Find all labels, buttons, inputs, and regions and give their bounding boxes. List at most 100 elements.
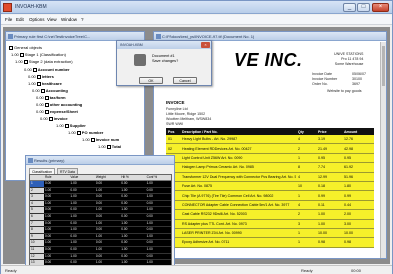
table-cell: 7: [30, 220, 44, 227]
tree-node[interactable]: 0.00 expense/Sheet: [36, 109, 78, 114]
tree-node[interactable]: 1.00 Total: [98, 144, 121, 149]
minimize-button[interactable]: _: [343, 3, 356, 12]
invoice-cell: 1.00: [318, 221, 325, 226]
results-window: Results (primary) Classification RTV Dat…: [25, 155, 175, 273]
invoice-cell: 01: [168, 137, 172, 142]
tree-node-checkbox[interactable]: [90, 137, 95, 142]
tree-node[interactable]: 1.00 Supplier: [56, 123, 86, 128]
column-header[interactable]: Hit %: [120, 175, 145, 180]
invoice-line-item: 01 Heavy Light Bulbs - Art. No. 29987 4 3.1…: [166, 135, 374, 145]
column-header[interactable]: Value: [69, 175, 94, 180]
tree-node-checkbox[interactable]: [40, 88, 45, 93]
table-row[interactable]: 2 1.00 0.00 1.00 1.00 0.00: [30, 187, 171, 195]
close-button[interactable]: ×: [372, 3, 389, 12]
table-row[interactable]: 9 0.00 0.00 1.00 1.00 1.00: [30, 233, 171, 241]
results-title-bar[interactable]: Results (primary): [26, 156, 174, 165]
invoice-line-item: 06Fuse Art. No. 0875100.181.80: [166, 181, 374, 192]
table-cell: 0.00: [146, 227, 153, 232]
tree-node-checkbox[interactable]: [23, 59, 28, 64]
dialog-message-line: Save changes?: [152, 59, 179, 63]
menu-file[interactable]: File: [5, 17, 12, 22]
table-cell: 0.00: [121, 227, 128, 232]
table-row[interactable]: 8 1.00 1.00 0.00 0.00 0.00: [30, 227, 171, 234]
table-row[interactable]: 6 1.00 1.00 0.00 0.00 0.00: [30, 213, 171, 221]
menu-edit[interactable]: Edit: [16, 17, 24, 22]
tree-node-score: 0.00: [36, 102, 44, 107]
tree-node-score: 0.00: [36, 95, 44, 100]
tree-node[interactable]: 1.00 healthcare: [28, 81, 62, 86]
tree-node-checkbox[interactable]: [44, 102, 49, 107]
table-cell: 1.00: [95, 233, 103, 238]
table-cell: 0.00: [146, 200, 153, 205]
results-grid[interactable]: Rule Value Weight Hit % Conf % 1 0.00 1.00…: [29, 174, 172, 270]
title-bar[interactable]: INVOAH-KBM _ □ ×: [1, 1, 392, 14]
tree-node-label: Total: [111, 144, 122, 149]
tree-node-checkbox[interactable]: [106, 144, 111, 149]
table-row[interactable]: 5 0.00 0.00 1.00 1.00 1.00: [30, 207, 171, 214]
tree-node-checkbox[interactable]: [64, 123, 69, 128]
save-changes-dialog: INVOAH-KBM × Document #1 Save changes? O…: [116, 40, 212, 86]
tree-node-label: Account number: [37, 67, 70, 72]
document-scrollbar[interactable]: [380, 42, 386, 258]
tree-node[interactable]: 0.00 letters: [28, 74, 54, 79]
invoice-cell: 10.00: [318, 231, 327, 236]
dialog-title-bar[interactable]: INVOAH-KBM: [117, 41, 211, 49]
table-cell: 1.00: [95, 207, 103, 212]
table-cell: 0.00: [95, 213, 103, 218]
status-clock: 00:00: [351, 268, 362, 273]
invoice-line-item: 10RS Adapter plus TTL Cont. Art. No. 097…: [166, 219, 374, 229]
table-cell: 0.00: [70, 233, 77, 238]
scrollbar-thumb[interactable]: [382, 46, 385, 86]
tree-node[interactable]: 1.00 Stage 1 (Classification): [11, 52, 66, 57]
tree-node-checkbox[interactable]: [36, 81, 41, 86]
table-cell: 1.00: [70, 213, 77, 218]
invoice-cell: 10: [298, 184, 302, 189]
tree-node-checkbox[interactable]: [76, 130, 81, 135]
invoice-cell: 1: [298, 231, 300, 236]
status-left: Ready: [5, 268, 17, 273]
tree-node[interactable]: 0.00 Account number: [24, 67, 70, 72]
maximize-button[interactable]: □: [357, 3, 370, 12]
menu-window[interactable]: Window: [61, 17, 77, 22]
tree-node[interactable]: 1.00 Stage 2 (data extraction): [15, 59, 73, 64]
tree-node-checkbox[interactable]: [32, 67, 37, 72]
table-row[interactable]: 11 0.00 0.00 1.00 1.00 1.00: [30, 246, 171, 254]
dialog-close-icon[interactable]: ×: [201, 42, 210, 48]
table-cell: 0.00: [45, 246, 52, 251]
table-cell: 6: [30, 213, 44, 220]
column-header[interactable]: Weight: [95, 175, 120, 180]
column-header[interactable]: [30, 175, 44, 180]
table-row[interactable]: 3 0.00 1.00 0.00 0.00 1.00: [30, 194, 171, 201]
tree-node[interactable]: 1.00 Invoice num: [82, 137, 119, 142]
cancel-button[interactable]: Cancel: [173, 77, 197, 84]
invoice-cell: 0.11: [318, 202, 325, 207]
menu-view[interactable]: View: [47, 17, 57, 22]
tree-node-checkbox[interactable]: [44, 95, 49, 100]
invoice-cell: Cast Cable RS232 9Dwl6 Art. No. 52003: [182, 212, 247, 217]
invoice-cell: 2.00: [344, 212, 351, 217]
tree-node-checkbox[interactable]: [44, 109, 49, 114]
ok-button[interactable]: OK: [139, 77, 163, 84]
column-header[interactable]: Conf %: [146, 175, 171, 180]
tree-node[interactable]: 0.00 invoice: [40, 116, 68, 121]
table-cell: 0.00: [146, 213, 153, 218]
tree-node-checkbox[interactable]: [36, 74, 41, 79]
tree-node[interactable]: General objects: [8, 45, 42, 50]
invoice-cell: Heating Element RDDevices Art. No. 00427: [182, 146, 252, 151]
table-row[interactable]: 7 0.00 0.00 1.00 1.00 1.00: [30, 220, 171, 228]
tree-node-checkbox[interactable]: [48, 116, 53, 121]
tree-node[interactable]: 0.00 other accounting: [36, 102, 82, 107]
menu-help[interactable]: ?: [81, 17, 84, 22]
tree-node-checkbox[interactable]: [19, 52, 24, 57]
table-row[interactable]: 10 1.00 1.00 0.00 0.00 0.00: [30, 240, 171, 247]
tree-node[interactable]: 0.00 Accounting: [32, 88, 68, 93]
table-cell: 1.00: [45, 213, 52, 218]
tree-node-checkbox[interactable]: [9, 45, 13, 50]
column-header[interactable]: Rule: [44, 175, 69, 180]
table-row[interactable]: 12 1.00 1.00 0.00 0.00 0.00: [30, 253, 171, 261]
table-row[interactable]: 4 1.00 1.00 0.00 0.00 0.00: [30, 200, 171, 208]
table-row[interactable]: 1 0.00 1.00 0.00 0.00 1.00: [30, 181, 171, 188]
tree-node[interactable]: 0.00 tax/form: [36, 95, 66, 100]
menu-options[interactable]: Options: [29, 17, 45, 22]
tree-node[interactable]: 1.00 PO number: [68, 130, 103, 135]
